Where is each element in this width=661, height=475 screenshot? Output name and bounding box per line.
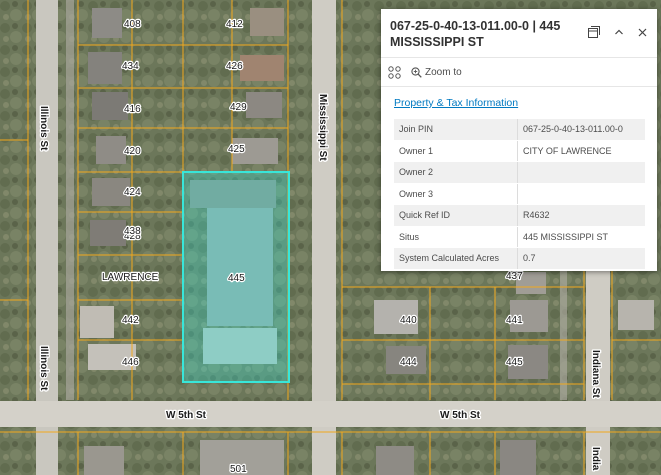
attribute-value: 445 MISSISSIPPI ST — [517, 226, 645, 248]
house — [84, 446, 124, 475]
parcel-label: 412 — [226, 19, 243, 30]
zoom-in-icon — [411, 66, 422, 78]
chevron-up-icon — [615, 29, 623, 35]
street-label-mississippi: Mississippi St — [317, 94, 328, 161]
attribute-value: 067-25-0-40-13-011.00-0 — [517, 119, 645, 141]
parcel-label: 438 — [124, 226, 141, 237]
attribute-key: Owner 1 — [394, 140, 518, 162]
close-icon — [638, 28, 646, 36]
house — [92, 8, 122, 38]
parcel-label: 437 — [506, 271, 523, 282]
features-menu-button[interactable] — [387, 65, 401, 79]
house — [92, 92, 128, 120]
street-label-illinois-north: Illinois St — [38, 106, 49, 151]
close-button[interactable] — [633, 23, 651, 41]
parcel-label: 429 — [230, 102, 247, 113]
street-label-indiana-bottom: India — [590, 447, 601, 471]
parcel-label: 426 — [226, 61, 243, 72]
parcel-label: 440 — [400, 315, 417, 326]
popup-header: 067-25-0-40-13-011.00-0 | 445 MISSISSIPP… — [381, 9, 657, 53]
parcel-label: 446 — [122, 357, 139, 368]
table-row: Quick Ref ID R4632 — [394, 204, 645, 227]
attribute-key: Join PIN — [394, 119, 518, 141]
popup-body: Property & Tax Information Join PIN 067-… — [381, 87, 657, 270]
attribute-table: Join PIN 067-25-0-40-13-011.00-0 Owner 1… — [394, 119, 645, 270]
collapse-button[interactable] — [610, 23, 628, 41]
parcel-label: 444 — [400, 357, 417, 368]
table-row: Situs 445 MISSISSIPPI ST — [394, 226, 645, 248]
house — [96, 136, 126, 164]
house — [618, 300, 654, 330]
house — [240, 55, 284, 81]
popup-title: 067-25-0-40-13-011.00-0 | 445 MISSISSIPP… — [390, 19, 561, 49]
house — [90, 220, 126, 246]
attribute-value — [517, 161, 645, 184]
attribute-value: CITY OF LAWRENCE — [517, 140, 645, 162]
parcel-label: 445 — [506, 357, 523, 368]
w-5th-st-road — [0, 401, 661, 427]
parcel-label: 441 — [506, 315, 523, 326]
table-row: System Calculated Acres 0.7 — [394, 247, 645, 270]
dock-icon — [588, 26, 600, 38]
alley-west — [66, 0, 74, 400]
attribute-value — [517, 183, 645, 205]
property-tax-link[interactable]: Property & Tax Information — [394, 97, 518, 109]
house — [246, 92, 282, 118]
street-label-indiana: Indiana St — [590, 350, 601, 398]
attribute-key: Owner 3 — [394, 183, 518, 205]
parcel-label: 425 — [228, 144, 245, 155]
feature-popup: 067-25-0-40-13-011.00-0 | 445 MISSISSIPP… — [381, 9, 657, 271]
house — [80, 306, 114, 338]
dock-button[interactable] — [585, 23, 603, 41]
alley-east — [560, 260, 567, 400]
attribute-value: R4632 — [517, 204, 645, 227]
house — [250, 8, 284, 36]
parcel-label: 501 — [230, 464, 247, 475]
table-row: Owner 1 CITY OF LAWRENCE — [394, 140, 645, 162]
popup-actions-bar: Zoom to — [381, 57, 657, 87]
table-row: Join PIN 067-25-0-40-13-011.00-0 — [394, 119, 645, 141]
zoom-to-button[interactable]: Zoom to — [411, 67, 462, 78]
table-row: Owner 3 — [394, 183, 645, 205]
zoom-to-label: Zoom to — [425, 66, 462, 78]
table-row: Owner 2 — [394, 161, 645, 184]
attribute-key: System Calculated Acres — [394, 247, 518, 270]
attribute-value: 0.7 — [517, 247, 645, 270]
street-label-w5th-west: W 5th St — [166, 410, 207, 421]
house — [88, 52, 122, 84]
attribute-key: Owner 2 — [394, 161, 518, 184]
street-label-w5th-east: W 5th St — [440, 410, 481, 421]
parcel-label: 445 — [228, 273, 245, 284]
parcel-label: 408 — [124, 19, 141, 30]
house — [376, 446, 414, 475]
parcel-label: 420 — [124, 146, 141, 157]
attribute-key: Situs — [394, 226, 518, 248]
attribute-key: Quick Ref ID — [394, 204, 518, 227]
parcel-label: 416 — [124, 104, 141, 115]
street-label-illinois-south: Illinois St — [38, 346, 49, 391]
parcel-label: 424 — [124, 187, 141, 198]
parcel-label: 442 — [122, 315, 139, 326]
house — [500, 440, 536, 475]
parcel-label: 434 — [122, 61, 139, 72]
place-label: LAWRENCE — [102, 272, 159, 283]
features-icon — [387, 65, 401, 79]
